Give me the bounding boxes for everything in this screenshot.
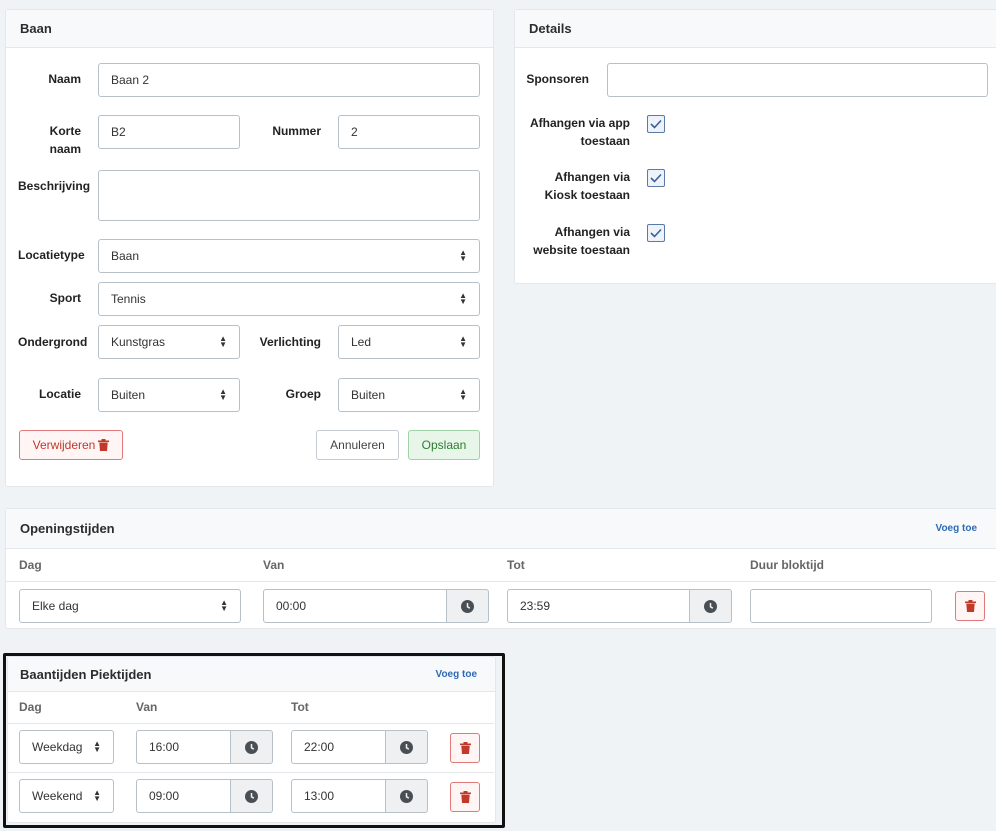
verlichting-value: Led [351,335,372,349]
select-caret-icon: ▲ ▼ [459,291,467,306]
naam-input[interactable]: Baan 2 [98,63,480,97]
kiosk-toggle-checkbox[interactable] [647,169,665,187]
kiosk-toggle-label-line2: Kiosk toestaan [544,188,630,202]
openingstijden-col-dag: Dag [19,558,42,572]
beschrijving-textarea[interactable] [98,170,480,221]
openingstijden-dag-select[interactable]: Elke dag ▲ ▼ [19,589,241,623]
select-caret-icon: ▲ ▼ [459,334,467,349]
locatietype-select[interactable]: Baan ▲ ▼ [98,239,480,273]
locatietype-label: Locatietype [18,248,85,262]
website-toggle-label-line2: website toestaan [533,243,630,257]
openingstijden-card-header: Openingstijden Voeg toe [6,509,996,549]
locatietype-value: Baan [111,249,140,263]
delete-button[interactable]: Verwijderen [19,430,123,460]
locatie-label: Locatie [38,387,81,401]
locatie-value: Buiten [111,388,146,402]
delete-button-label: Verwijderen [32,438,96,452]
check-icon [650,173,662,183]
select-caret-icon: ▲ ▼ [220,598,228,613]
openingstijden-duur-input[interactable] [750,589,932,623]
select-caret-icon: ▲ ▼ [219,334,227,349]
korte-naam-label-line2: naam [49,142,81,156]
openingstijden-delete-row-button[interactable] [955,591,985,621]
ondergrond-select[interactable]: Kunstgras ▲ ▼ [98,325,240,359]
website-toggle-label: Afhangen via website toestaan [520,223,630,259]
verlichting-select[interactable]: Led ▲ ▼ [338,325,480,359]
openingstijden-col-tot: Tot [507,558,525,572]
clock-icon [704,599,717,613]
kiosk-toggle-label: Afhangen via Kiosk toestaan [520,168,630,204]
save-button[interactable]: Opslaan [408,430,480,460]
openingstijden-title: Openingstijden [20,521,115,536]
kiosk-toggle-label-line1: Afhangen via [554,170,630,184]
details-card-title: Details [529,21,572,36]
sport-label: Sport [49,291,81,305]
ondergrond-label: Ondergrond [18,335,88,349]
select-caret-icon: ▲ ▼ [459,248,467,263]
website-toggle-label-line1: Afhangen via [554,225,630,239]
baan-card-title: Baan [20,21,52,36]
clock-icon [461,599,474,613]
sponsoren-label: Sponsoren [526,72,589,86]
korte-naam-label: Korte naam [20,122,81,158]
openingstijden-col-duur: Duur bloktijd [750,558,824,572]
select-caret-icon: ▲ ▼ [219,387,227,402]
groep-select[interactable]: Buiten ▲ ▼ [338,378,480,412]
korte-naam-label-line1: Korte [49,124,81,138]
locatie-select[interactable]: Buiten ▲ ▼ [98,378,240,412]
beschrijving-label: Beschrijving [18,179,91,193]
app-toggle-checkbox[interactable] [647,115,665,133]
app-toggle-label: Afhangen via app toestaan [520,114,630,150]
korte-naam-input[interactable]: B2 [98,115,240,149]
sport-value: Tennis [111,292,146,306]
openingstijden-tot-clock-button[interactable] [690,589,732,623]
naam-label: Naam [48,72,81,86]
check-icon [650,228,662,238]
cancel-button[interactable]: Annuleren [316,430,399,460]
website-toggle-checkbox[interactable] [647,224,665,242]
details-card-header: Details [515,10,996,48]
openingstijden-add-link[interactable]: Voeg toe [936,523,977,534]
sport-select[interactable]: Tennis ▲ ▼ [98,282,480,316]
openingstijden-header-divider [6,581,996,582]
nummer-input[interactable]: 2 [338,115,480,149]
openingstijden-tot-input[interactable]: 23:59 [507,589,690,623]
app-toggle-label-line2: toestaan [580,134,630,148]
openingstijden-col-van: Van [263,558,285,572]
ondergrond-value: Kunstgras [111,335,166,349]
openingstijden-van-input[interactable]: 00:00 [263,589,447,623]
groep-label: Groep [285,387,321,401]
openingstijden-van-clock-button[interactable] [447,589,489,623]
piektijden-highlight-frame [3,653,505,828]
trash-icon [98,439,110,451]
sponsoren-input[interactable] [607,63,988,97]
nummer-label: Nummer [272,124,321,138]
baan-card-header: Baan [6,10,493,48]
openingstijden-dag-value: Elke dag [32,599,79,613]
trash-icon [964,600,976,612]
verlichting-label: Verlichting [259,335,321,349]
app-toggle-label-line1: Afhangen via app [529,116,630,130]
groep-value: Buiten [351,388,386,402]
select-caret-icon: ▲ ▼ [459,387,467,402]
check-icon [650,119,662,129]
